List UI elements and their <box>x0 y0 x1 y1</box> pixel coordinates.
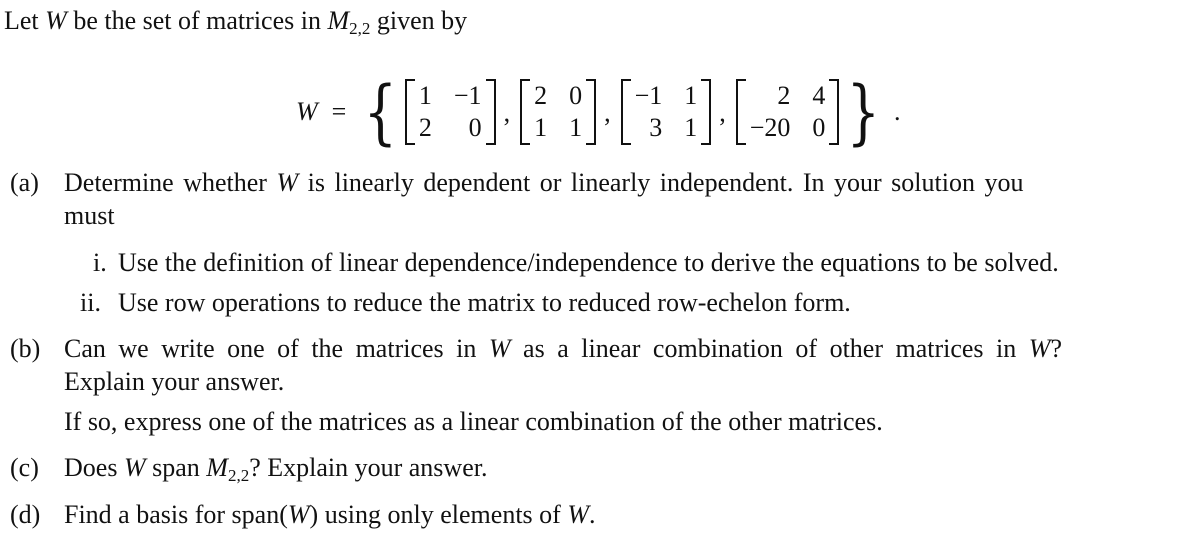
matrix-entry: 0 <box>569 81 583 110</box>
part-a-line2: must <box>64 201 115 230</box>
right-bracket <box>829 79 840 145</box>
right-bracket <box>586 79 597 145</box>
part-b-text: as a linear combination of other matrice… <box>510 334 1029 363</box>
part-b-line1: Can we write one of the matrices in W as… <box>64 334 1062 364</box>
equation-period: . <box>893 97 901 126</box>
matrix-entry: −1 <box>634 81 663 110</box>
comma: , <box>604 98 611 127</box>
matrix-1: 1 −1 2 0 <box>404 79 496 145</box>
matrix-entry: 0 <box>812 113 826 142</box>
part-c-label: (c) <box>10 453 39 482</box>
left-bracket <box>404 79 415 145</box>
comma: , <box>503 98 511 127</box>
close-brace: } <box>846 71 881 153</box>
set-symbol: W <box>276 168 299 197</box>
matrix-entry: 1 <box>569 113 583 142</box>
matrix-entry: 2 <box>777 81 791 110</box>
set-symbol: W <box>1028 334 1051 363</box>
matrix-entry: 4 <box>812 81 826 110</box>
intro-text: Let <box>4 6 46 35</box>
matrix-entry: 2 <box>534 81 548 110</box>
part-d-text: ) using only elements of <box>309 500 568 529</box>
left-bracket <box>735 79 746 145</box>
matrix-entry: 1 <box>418 81 432 110</box>
part-a-line1: Determine whether W is linearly dependen… <box>64 168 1023 198</box>
open-brace: { <box>363 71 398 153</box>
matrix-space-subscript: 2,2 <box>227 466 250 485</box>
part-d-line: Find a basis for span(W) using only elem… <box>64 500 596 530</box>
part-c-text: ? Explain your answer. <box>249 453 488 482</box>
set-definition-equation: W = { 1 −1 2 0 , 2 0 1 1 , −1 1 3 1 , 2 … <box>296 62 900 162</box>
subitem-i-text: Use the definition of linear dependence/… <box>118 248 1059 277</box>
comma: , <box>719 98 726 127</box>
matrix-entry: 1 <box>684 81 698 110</box>
matrix-space-symbol: M <box>327 6 350 35</box>
subitem-ii-label: ii. <box>80 288 101 317</box>
part-c-text: span <box>145 453 207 482</box>
part-d-text: Find a basis for span( <box>64 500 288 529</box>
subitem-i-label: i. <box>93 248 107 277</box>
matrix-entry: 2 <box>418 113 432 142</box>
matrix-2: 2 0 1 1 <box>520 79 597 145</box>
part-b-line2: Explain your answer. <box>64 367 285 396</box>
matrix-entry: 0 <box>468 113 482 142</box>
matrix-entry: 1 <box>534 113 548 142</box>
left-bracket <box>620 79 631 145</box>
set-symbol: W <box>567 500 589 529</box>
intro-text: be the set of matrices in <box>66 6 328 35</box>
left-bracket <box>520 79 531 145</box>
intro-text: given by <box>370 6 468 35</box>
part-d-label: (d) <box>10 500 41 529</box>
part-a-text: Determine whether <box>64 168 277 197</box>
matrix-4: 2 4 −20 0 <box>735 79 840 145</box>
set-symbol: W <box>123 453 146 482</box>
set-symbol: W <box>45 6 67 35</box>
matrix-entry: −1 <box>453 81 482 110</box>
part-b-text: ? <box>1050 334 1062 363</box>
part-d-text: . <box>589 500 596 529</box>
problem-document: Let W be the set of matrices in M2,2 giv… <box>0 0 1200 541</box>
part-b-line3: If so, express one of the matrices as a … <box>64 407 883 436</box>
set-symbol: W <box>287 500 310 529</box>
right-bracket <box>485 79 496 145</box>
part-c-text: Does <box>64 453 124 482</box>
part-b-label: (b) <box>10 334 41 363</box>
part-a-text: is linearly dependent or linearly indepe… <box>298 168 1024 197</box>
right-bracket <box>701 79 712 145</box>
set-symbol: W <box>488 334 511 363</box>
subitem-ii-text: Use row operations to reduce the matrix … <box>118 288 851 317</box>
matrix-3: −1 1 3 1 <box>620 79 712 145</box>
matrix-entry: −20 <box>749 113 791 142</box>
part-c-line: Does W span M2,2? Explain your answer. <box>64 453 488 485</box>
matrix-entry: 1 <box>684 113 698 142</box>
intro-line: Let W be the set of matrices in M2,2 giv… <box>4 6 468 38</box>
part-b-text: Can we write one of the matrices in <box>64 334 489 363</box>
equation-lhs: W <box>296 97 318 126</box>
part-a-label: (a) <box>10 168 39 197</box>
matrix-space-symbol: M <box>206 453 228 482</box>
equals-sign: = <box>331 97 347 126</box>
matrix-entry: 3 <box>649 113 663 142</box>
matrix-space-subscript: 2,2 <box>349 19 371 38</box>
